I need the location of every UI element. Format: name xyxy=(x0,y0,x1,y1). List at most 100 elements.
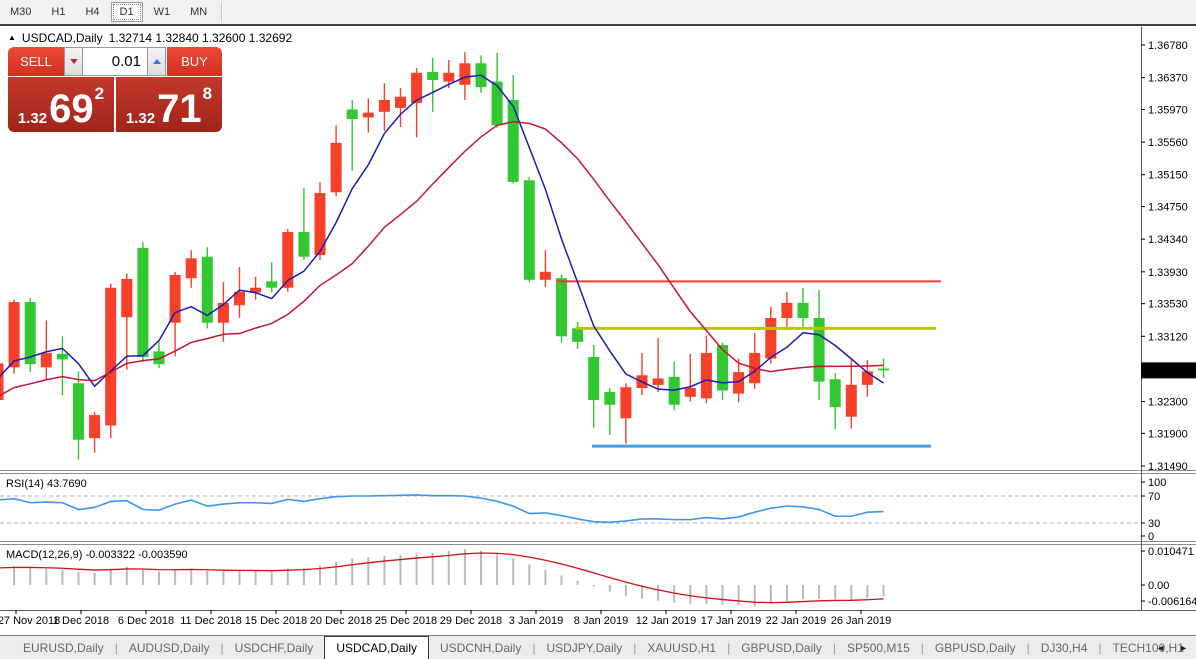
macd-histogram-bar xyxy=(78,572,80,585)
macd-histogram-bar xyxy=(818,585,820,599)
macd-histogram-bar xyxy=(367,557,369,585)
candle-body-down xyxy=(830,379,841,407)
price-axis-label: 1.34750 xyxy=(1148,202,1188,214)
candle-body-up xyxy=(282,232,293,288)
macd-histogram-bar xyxy=(754,585,756,606)
macd-histogram-bar xyxy=(222,571,224,585)
rsi-axis-label: 30 xyxy=(1148,518,1160,530)
macd-histogram-bar xyxy=(432,553,434,585)
sell-button[interactable]: SELL xyxy=(8,47,64,76)
chart-ohlc-values: 1.32714 1.32840 1.32600 1.32692 xyxy=(109,31,293,45)
volume-input[interactable]: 0.01 xyxy=(83,47,147,76)
macd-histogram-bar xyxy=(528,565,530,585)
macd-histogram-bar xyxy=(271,571,273,585)
macd-histogram-bar xyxy=(738,585,740,605)
macd-histogram-bar xyxy=(61,570,63,585)
price-axis-label: 1.36370 xyxy=(1148,73,1188,85)
candle-body-down xyxy=(137,248,148,357)
price-axis-label: 1.35560 xyxy=(1148,137,1188,149)
candle-body-up xyxy=(41,353,52,367)
candle-body-down xyxy=(524,180,535,279)
candle-body-up xyxy=(218,303,229,323)
macd-histogram-bar xyxy=(335,562,337,585)
sell-price-sup: 2 xyxy=(95,85,104,102)
macd-histogram-bar xyxy=(142,569,144,585)
buy-price-panel[interactable]: 1.32 71 8 xyxy=(116,77,222,132)
macd-histogram-bar xyxy=(689,585,691,604)
arrow-up-icon xyxy=(153,59,161,64)
date-axis-label: 15 Dec 2018 xyxy=(245,615,307,627)
candle-body-down xyxy=(266,281,277,287)
candle-body-up xyxy=(459,63,470,84)
rsi-indicator-label: RSI(14) 43.7690 xyxy=(6,478,87,490)
macd-histogram-bar xyxy=(206,571,208,585)
price-axis-label: 1.31490 xyxy=(1148,461,1188,473)
price-axis-label: 1.32300 xyxy=(1148,397,1188,409)
macd-histogram-bar xyxy=(609,585,611,592)
macd-histogram-bar xyxy=(770,585,772,604)
candle-body-up xyxy=(781,303,792,318)
macd-histogram-bar xyxy=(94,573,96,585)
candle-body-up xyxy=(331,143,342,192)
buy-price-big: 71 xyxy=(157,93,202,126)
macd-histogram-bar xyxy=(561,575,563,585)
chart-symbol-label: USDCAD,Daily xyxy=(22,31,103,45)
candle-body-up xyxy=(363,113,374,118)
date-axis-label: 3 Jan 2019 xyxy=(509,615,563,627)
candle-body-down xyxy=(57,354,68,360)
price-axis-label: 1.34340 xyxy=(1148,234,1188,246)
macd-histogram-bar xyxy=(802,585,804,599)
candle-body-up xyxy=(685,388,696,397)
candle-body-up xyxy=(540,272,551,280)
macd-histogram-bar xyxy=(577,581,579,585)
date-axis-label: 11 Dec 2018 xyxy=(180,615,242,627)
macd-histogram-bar xyxy=(287,569,289,585)
buy-button[interactable]: BUY xyxy=(167,47,222,76)
candle-body-down xyxy=(588,357,599,400)
candle-body-up xyxy=(379,100,390,112)
collapse-arrow-icon[interactable]: ▲ xyxy=(8,33,16,42)
macd-histogram-bar xyxy=(480,551,482,585)
candle-body-up xyxy=(9,302,20,367)
candle-body-up xyxy=(701,353,712,398)
macd-histogram-bar xyxy=(866,585,868,598)
macd-histogram-bar xyxy=(512,558,514,585)
candle-body-down xyxy=(25,302,36,364)
volume-increase-button[interactable] xyxy=(147,47,166,76)
sell-price-panel[interactable]: 1.32 69 2 xyxy=(8,77,114,132)
date-axis-label: 12 Jan 2019 xyxy=(636,615,697,627)
macd-histogram-bar xyxy=(464,549,466,585)
macd-histogram-bar xyxy=(834,585,836,599)
date-axis-label: 22 Jan 2019 xyxy=(766,615,827,627)
price-axis-label: 1.33530 xyxy=(1148,299,1188,311)
date-axis-label: 1 Dec 2018 xyxy=(53,615,109,627)
candle-body-down xyxy=(556,278,567,336)
price-axis-label: 1.33930 xyxy=(1148,267,1188,279)
price-axis-label: 1.35970 xyxy=(1148,104,1188,116)
candle-body-down xyxy=(508,100,519,182)
macd-histogram-bar xyxy=(544,570,546,585)
macd-histogram-bar xyxy=(593,585,595,587)
macd-axis-label: -0.0061648 xyxy=(1148,596,1196,608)
candle-body-down xyxy=(427,72,438,80)
candle-body-down xyxy=(298,232,309,257)
date-axis-label: 26 Jan 2019 xyxy=(831,615,892,627)
candle-body-up xyxy=(443,73,454,82)
price-axis-label: 1.36780 xyxy=(1148,40,1188,52)
macd-axis-label: 0.010471 xyxy=(1148,546,1194,558)
macd-histogram-bar xyxy=(705,585,707,604)
candle-body-down xyxy=(878,369,889,371)
volume-decrease-button[interactable] xyxy=(64,47,83,76)
candle-body-up xyxy=(121,279,132,317)
macd-histogram-bar xyxy=(110,569,112,585)
rsi-line xyxy=(0,495,884,522)
sell-price-big: 69 xyxy=(49,93,94,126)
macd-histogram-bar xyxy=(158,571,160,585)
candle-body-up xyxy=(765,318,776,359)
macd-histogram-bar xyxy=(190,569,192,585)
candle-body-down xyxy=(73,383,84,440)
macd-histogram-bar xyxy=(239,571,241,585)
arrow-down-icon xyxy=(70,59,78,64)
candle-body-up xyxy=(733,372,744,393)
current-price-label: 1.32692 xyxy=(1147,365,1187,377)
